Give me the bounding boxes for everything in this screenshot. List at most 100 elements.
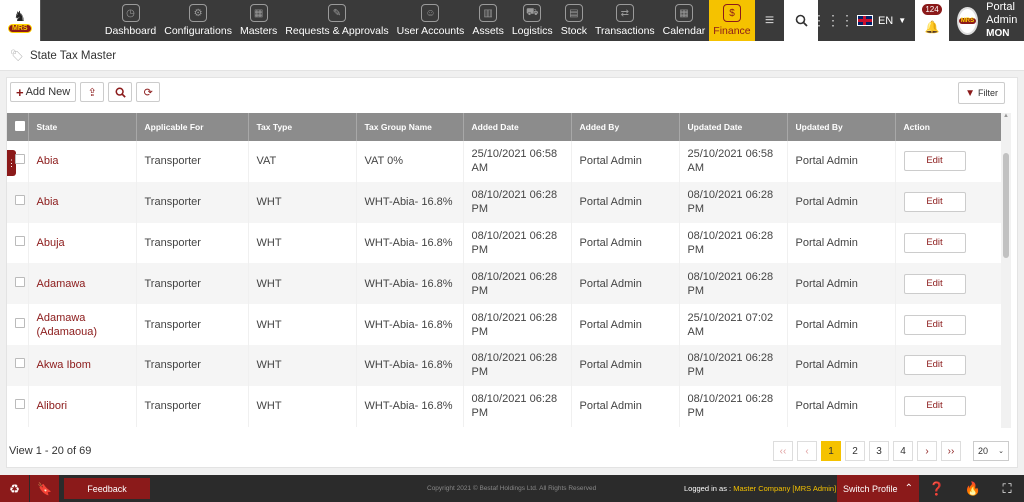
chevron-up-icon: ⌃	[904, 483, 913, 494]
tax-type-cell: WHT	[248, 181, 357, 223]
col-header-state[interactable]: State	[28, 113, 137, 141]
feedback-button[interactable]: Feedback	[64, 478, 150, 499]
tax-group-cell: WHT-Abia- 16.8%	[356, 385, 464, 427]
edit-button[interactable]: Edit	[903, 192, 966, 213]
col-header-added-by[interactable]: Added By	[571, 113, 680, 141]
nav-item-calendar[interactable]: ▦ Calendar	[659, 0, 710, 41]
nav-item-finance[interactable]: $ Finance	[709, 0, 755, 41]
state-cell[interactable]: Abia	[28, 141, 137, 182]
search-grid-button[interactable]	[108, 82, 133, 102]
table-row[interactable]: Adamawa Transporter WHT WHT-Abia- 16.8% 08/1…	[7, 263, 1001, 305]
hamburger-menu-icon[interactable]: ≡	[755, 0, 785, 41]
table-row[interactable]: Abia Transporter VAT VAT 0% 25/10/2021 06:58…	[7, 141, 1001, 182]
row-checkbox[interactable]	[7, 263, 29, 305]
nav-item-dashboard[interactable]: ◷ Dashboard	[101, 0, 160, 41]
row-checkbox[interactable]	[7, 304, 29, 345]
app-logo[interactable]: ♞ MRS	[0, 0, 41, 41]
nav-item-requests-approvals[interactable]: ✎ Requests & Approvals	[281, 0, 392, 41]
table-row[interactable]: Adamawa (Adamaoua) Transporter WHT WHT-Abia…	[7, 304, 1001, 345]
stock-icon: ▤	[564, 4, 583, 22]
added-by-cell: Portal Admin	[571, 263, 680, 305]
table-row[interactable]: Alibori Transporter WHT WHT-Abia- 16.8% 08/1…	[7, 385, 1001, 427]
tax-type-cell: WHT	[248, 385, 357, 427]
added-date-cell: 08/10/2021 06:28 PM	[463, 222, 572, 264]
language-selector[interactable]: EN ▼	[848, 0, 915, 41]
edit-button[interactable]: Edit	[903, 314, 966, 335]
state-cell[interactable]: Adamawa (Adamaoua)	[28, 304, 137, 345]
state-cell[interactable]: Abia	[28, 181, 137, 223]
logged-in-info: Logged in as : Master Company [MRS Admin…	[684, 484, 837, 493]
nav-item-configurations[interactable]: ⚙ Configurations	[160, 0, 236, 41]
table-row[interactable]: Abia Transporter WHT WHT-Abia- 16.8% 08/10/2…	[7, 181, 1001, 223]
fullscreen-icon[interactable]: ⛶	[992, 475, 1022, 502]
col-header-tax-type[interactable]: Tax Type	[248, 113, 357, 141]
col-header-updated-by[interactable]: Updated By	[787, 113, 896, 141]
applicable-for-cell: Transporter	[136, 222, 249, 264]
vertical-scrollbar[interactable]: ▲	[1001, 113, 1011, 428]
bookmark-icon[interactable]: 🔖	[30, 475, 60, 502]
bottom-bar: ♻ 🔖 Feedback Copyright 2021 © Bestaf Hol…	[0, 475, 1024, 502]
page-button[interactable]: 4	[893, 441, 913, 461]
search-icon	[115, 87, 126, 98]
updated-by-cell: Portal Admin	[787, 181, 896, 223]
row-checkbox[interactable]	[7, 222, 29, 264]
page-button[interactable]: 2	[845, 441, 865, 461]
updated-date-cell: 08/10/2021 06:28 PM	[679, 181, 788, 223]
table-row[interactable]: Abuja Transporter WHT WHT-Abia- 16.8% 08/10/…	[7, 222, 1001, 264]
state-cell[interactable]: Alibori	[28, 385, 137, 427]
state-cell[interactable]: Akwa Ibom	[28, 344, 137, 386]
state-cell[interactable]: Adamawa	[28, 263, 137, 305]
next-page-button[interactable]: ›	[917, 441, 937, 461]
apps-grid-icon[interactable]: ⋮⋮⋮	[812, 0, 854, 41]
page-button[interactable]: 1	[821, 441, 841, 461]
logo-text: MRS	[7, 23, 32, 33]
nav-item-stock[interactable]: ▤ Stock	[557, 0, 591, 41]
add-new-button[interactable]: + Add New	[10, 82, 77, 102]
scroll-up-icon[interactable]: ▲	[1001, 113, 1011, 123]
calendar-icon: ▦	[674, 4, 693, 22]
nav-item-logistics[interactable]: ⛟ Logistics	[508, 0, 557, 41]
row-checkbox[interactable]	[7, 344, 29, 386]
notifications-button[interactable]: 124 🔔	[915, 0, 949, 41]
select-all-checkbox[interactable]	[7, 113, 29, 141]
edit-button[interactable]: Edit	[903, 396, 966, 417]
nav-item-transactions[interactable]: ⇄ Transactions	[591, 0, 659, 41]
fire-icon[interactable]: 🔥	[958, 475, 988, 502]
user-profile-menu[interactable]: MRS Portal Admin MON	[949, 0, 1024, 41]
nav-item-label: Assets	[472, 25, 504, 37]
edit-button[interactable]: Edit	[903, 151, 966, 172]
col-header-applicable-for[interactable]: Applicable For	[136, 113, 249, 141]
nav-item-label: User Accounts	[396, 25, 465, 37]
nav-item-user-accounts[interactable]: ☺ User Accounts	[393, 0, 469, 41]
col-header-updated-date[interactable]: Updated Date	[679, 113, 788, 141]
filter-button[interactable]: ▼ Filter	[958, 82, 1005, 104]
row-checkbox[interactable]	[7, 385, 29, 427]
page-button[interactable]: 3	[869, 441, 889, 461]
help-icon[interactable]: ❓	[922, 475, 952, 502]
row-checkbox[interactable]	[7, 181, 29, 223]
tax-group-cell: WHT-Abia- 16.8%	[356, 344, 464, 386]
table-row[interactable]: Akwa Ibom Transporter WHT WHT-Abia- 16.8% 08…	[7, 344, 1001, 386]
nav-item-assets[interactable]: ▥ Assets	[468, 0, 508, 41]
page-size-select[interactable]: 20 ⌄	[973, 441, 1009, 461]
col-header-tax-group-name[interactable]: Tax Group Name	[356, 113, 464, 141]
row-checkbox[interactable]	[7, 141, 29, 182]
data-table: State Applicable For Tax Type Tax Group …	[7, 113, 1001, 428]
edit-button[interactable]: Edit	[903, 232, 966, 253]
last-page-button[interactable]: ››	[941, 441, 961, 461]
page-title: State Tax Master	[29, 49, 117, 62]
added-by-cell: Portal Admin	[571, 222, 680, 264]
switch-profile-button[interactable]: Switch Profile ⌃	[837, 475, 919, 502]
edit-button[interactable]: Edit	[903, 273, 966, 294]
nav-item-masters[interactable]: ▦ Masters	[236, 0, 281, 41]
scrollbar-thumb[interactable]	[1003, 153, 1009, 258]
edit-button[interactable]: Edit	[903, 355, 966, 376]
col-header-added-date[interactable]: Added Date	[463, 113, 572, 141]
state-cell[interactable]: Abuja	[28, 222, 137, 264]
action-cell: Edit	[895, 344, 1001, 386]
recycle-icon[interactable]: ♻	[0, 475, 30, 502]
prev-page-button[interactable]: ‹	[797, 441, 817, 461]
first-page-button[interactable]: ‹‹	[773, 441, 793, 461]
refresh-button[interactable]: ⟳	[136, 82, 161, 102]
export-button[interactable]: ⇪	[80, 82, 105, 102]
